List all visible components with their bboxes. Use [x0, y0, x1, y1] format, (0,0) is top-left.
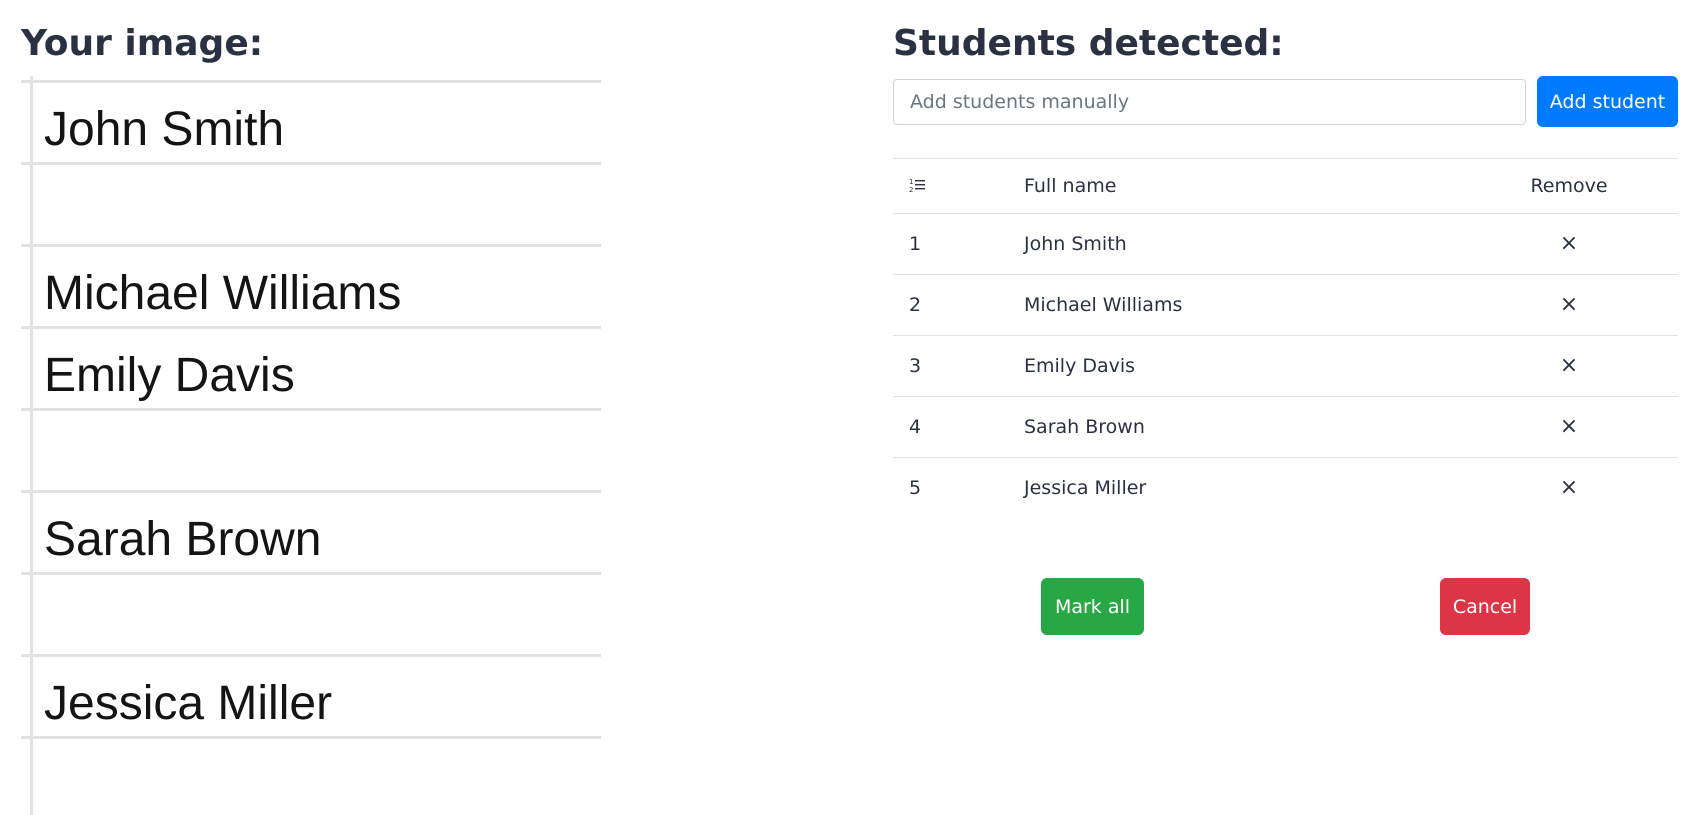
notebook-rule	[21, 244, 601, 247]
handwritten-name: Michael Williams	[44, 267, 402, 320]
row-number: 1	[893, 213, 1008, 275]
student-name: Michael Williams	[1008, 274, 1460, 336]
row-number: 5	[893, 457, 1008, 518]
notebook-rule	[21, 490, 601, 493]
table-row: 1 John Smith ×	[893, 213, 1678, 275]
remove-cell: ×	[1460, 457, 1678, 518]
notebook-rule	[21, 408, 601, 411]
table-header-row: 1 2 Full name Remove	[893, 158, 1678, 214]
row-number: 4	[893, 396, 1008, 458]
row-number: 3	[893, 335, 1008, 397]
remove-icon[interactable]: ×	[1560, 416, 1578, 438]
remove-icon[interactable]: ×	[1560, 233, 1578, 255]
handwritten-name: Sarah Brown	[44, 513, 322, 566]
remove-cell: ×	[1460, 274, 1678, 336]
uploaded-image: John Smith Michael Williams Emily Davis …	[21, 76, 601, 815]
handwritten-name: Emily Davis	[44, 349, 295, 402]
remove-icon[interactable]: ×	[1560, 477, 1578, 499]
table-row: 2 Michael Williams ×	[893, 274, 1678, 336]
remove-icon[interactable]: ×	[1560, 294, 1578, 316]
notebook-rule	[21, 736, 601, 739]
row-number: 2	[893, 274, 1008, 336]
student-name: Sarah Brown	[1008, 396, 1460, 458]
student-name: Emily Davis	[1008, 335, 1460, 397]
notebook-rule	[21, 326, 601, 329]
remove-cell: ×	[1460, 213, 1678, 275]
handwritten-name: Jessica Miller	[44, 677, 333, 730]
add-student-input[interactable]	[893, 79, 1526, 125]
page: Your image: John Smith Michael Williams …	[0, 0, 1691, 815]
image-heading: Your image:	[21, 23, 264, 64]
svg-text:1: 1	[909, 178, 913, 186]
ordered-list-icon: 1 2	[909, 177, 992, 195]
cancel-button[interactable]: Cancel	[1440, 578, 1530, 635]
remove-cell: ×	[1460, 335, 1678, 397]
add-student-button[interactable]: Add student	[1537, 76, 1678, 127]
svg-text:2: 2	[909, 186, 913, 194]
table-row: 4 Sarah Brown ×	[893, 396, 1678, 458]
students-heading: Students detected:	[893, 23, 1284, 64]
notebook-rule	[21, 80, 601, 83]
remove-cell: ×	[1460, 396, 1678, 458]
student-name: John Smith	[1008, 213, 1460, 275]
notebook-rule	[21, 654, 601, 657]
remove-icon[interactable]: ×	[1560, 355, 1578, 377]
table-row: 5 Jessica Miller ×	[893, 457, 1678, 518]
remove-column-header: Remove	[1460, 158, 1678, 214]
table-row: 3 Emily Davis ×	[893, 335, 1678, 397]
number-column-header: 1 2	[893, 158, 1008, 214]
notebook-rule	[21, 162, 601, 165]
students-table: 1 2 Full name Remove 1 John Smith × 2 Mi…	[893, 158, 1678, 518]
student-name: Jessica Miller	[1008, 457, 1460, 518]
notebook-rule	[21, 572, 601, 575]
mark-all-button[interactable]: Mark all	[1041, 578, 1144, 635]
full-name-column-header: Full name	[1008, 158, 1460, 214]
notebook-margin-line	[30, 76, 33, 815]
handwritten-name: John Smith	[44, 103, 285, 156]
